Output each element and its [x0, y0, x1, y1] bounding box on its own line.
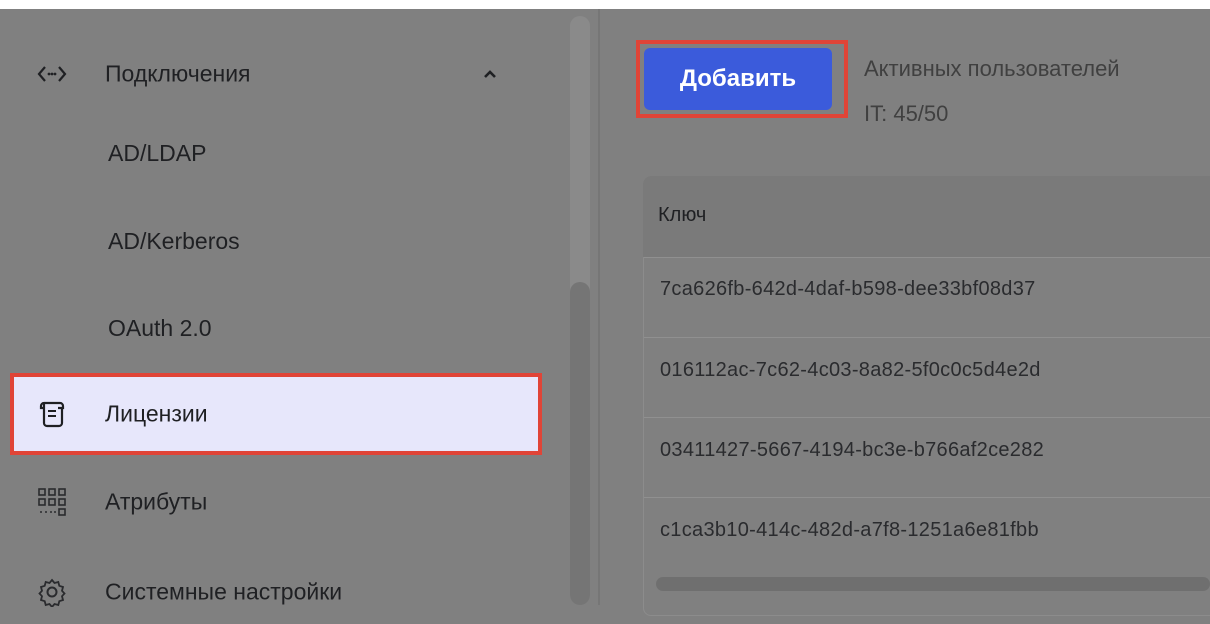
sidebar-subitem-ad-kerberos[interactable]: AD/Kerberos [108, 228, 240, 255]
row-divider [644, 257, 1210, 258]
gear-icon [36, 576, 68, 608]
code-brackets-icon [36, 58, 68, 90]
sidebar-item-label: Системные настройки [105, 578, 343, 605]
table-row[interactable]: 016112ac-7c62-4c03-8a82-5f0c0c5d4e2d [660, 359, 1041, 382]
column-header-key[interactable]: Ключ [658, 204, 706, 227]
sidebar-scrollbar-thumb[interactable] [570, 282, 590, 605]
grid-icon [36, 486, 68, 518]
sidebar-item-label: Атрибуты [105, 488, 208, 515]
top-bar [0, 0, 1210, 9]
sidebar-item-label: Подключения [105, 60, 251, 87]
table-row[interactable]: c1ca3b10-414c-482d-a7f8-1251a6e81fbb [660, 519, 1039, 542]
table-header [643, 176, 1210, 257]
sidebar-item-connections[interactable]: Подключения [0, 42, 560, 106]
sidebar-item-licenses-content: Лицензии [0, 382, 540, 446]
sidebar-subitem-oauth[interactable]: OAuth 2.0 [108, 315, 212, 342]
table-horizontal-scrollbar[interactable] [656, 577, 1210, 591]
row-divider [644, 337, 1210, 338]
sidebar-item-label: Лицензии [105, 400, 208, 427]
active-users-count: IT: 45/50 [864, 101, 949, 126]
chevron-up-icon[interactable] [478, 62, 502, 86]
table-row[interactable]: 03411427-5667-4194-bc3e-b766af2ce282 [660, 439, 1044, 462]
row-divider [644, 417, 1210, 418]
row-divider [644, 497, 1210, 498]
sidebar-item-system-settings[interactable]: Системные настройки [0, 560, 560, 624]
sidebar-item-attributes[interactable]: Атрибуты [0, 470, 560, 534]
scroll-icon [36, 398, 68, 430]
sidebar-subitem-ad-ldap[interactable]: AD/LDAP [108, 140, 206, 167]
add-button[interactable]: Добавить [644, 48, 832, 110]
table-row[interactable]: 7ca626fb-642d-4daf-b598-dee33bf08d37 [660, 278, 1036, 301]
active-users-label: Активных пользователей [864, 56, 1120, 81]
